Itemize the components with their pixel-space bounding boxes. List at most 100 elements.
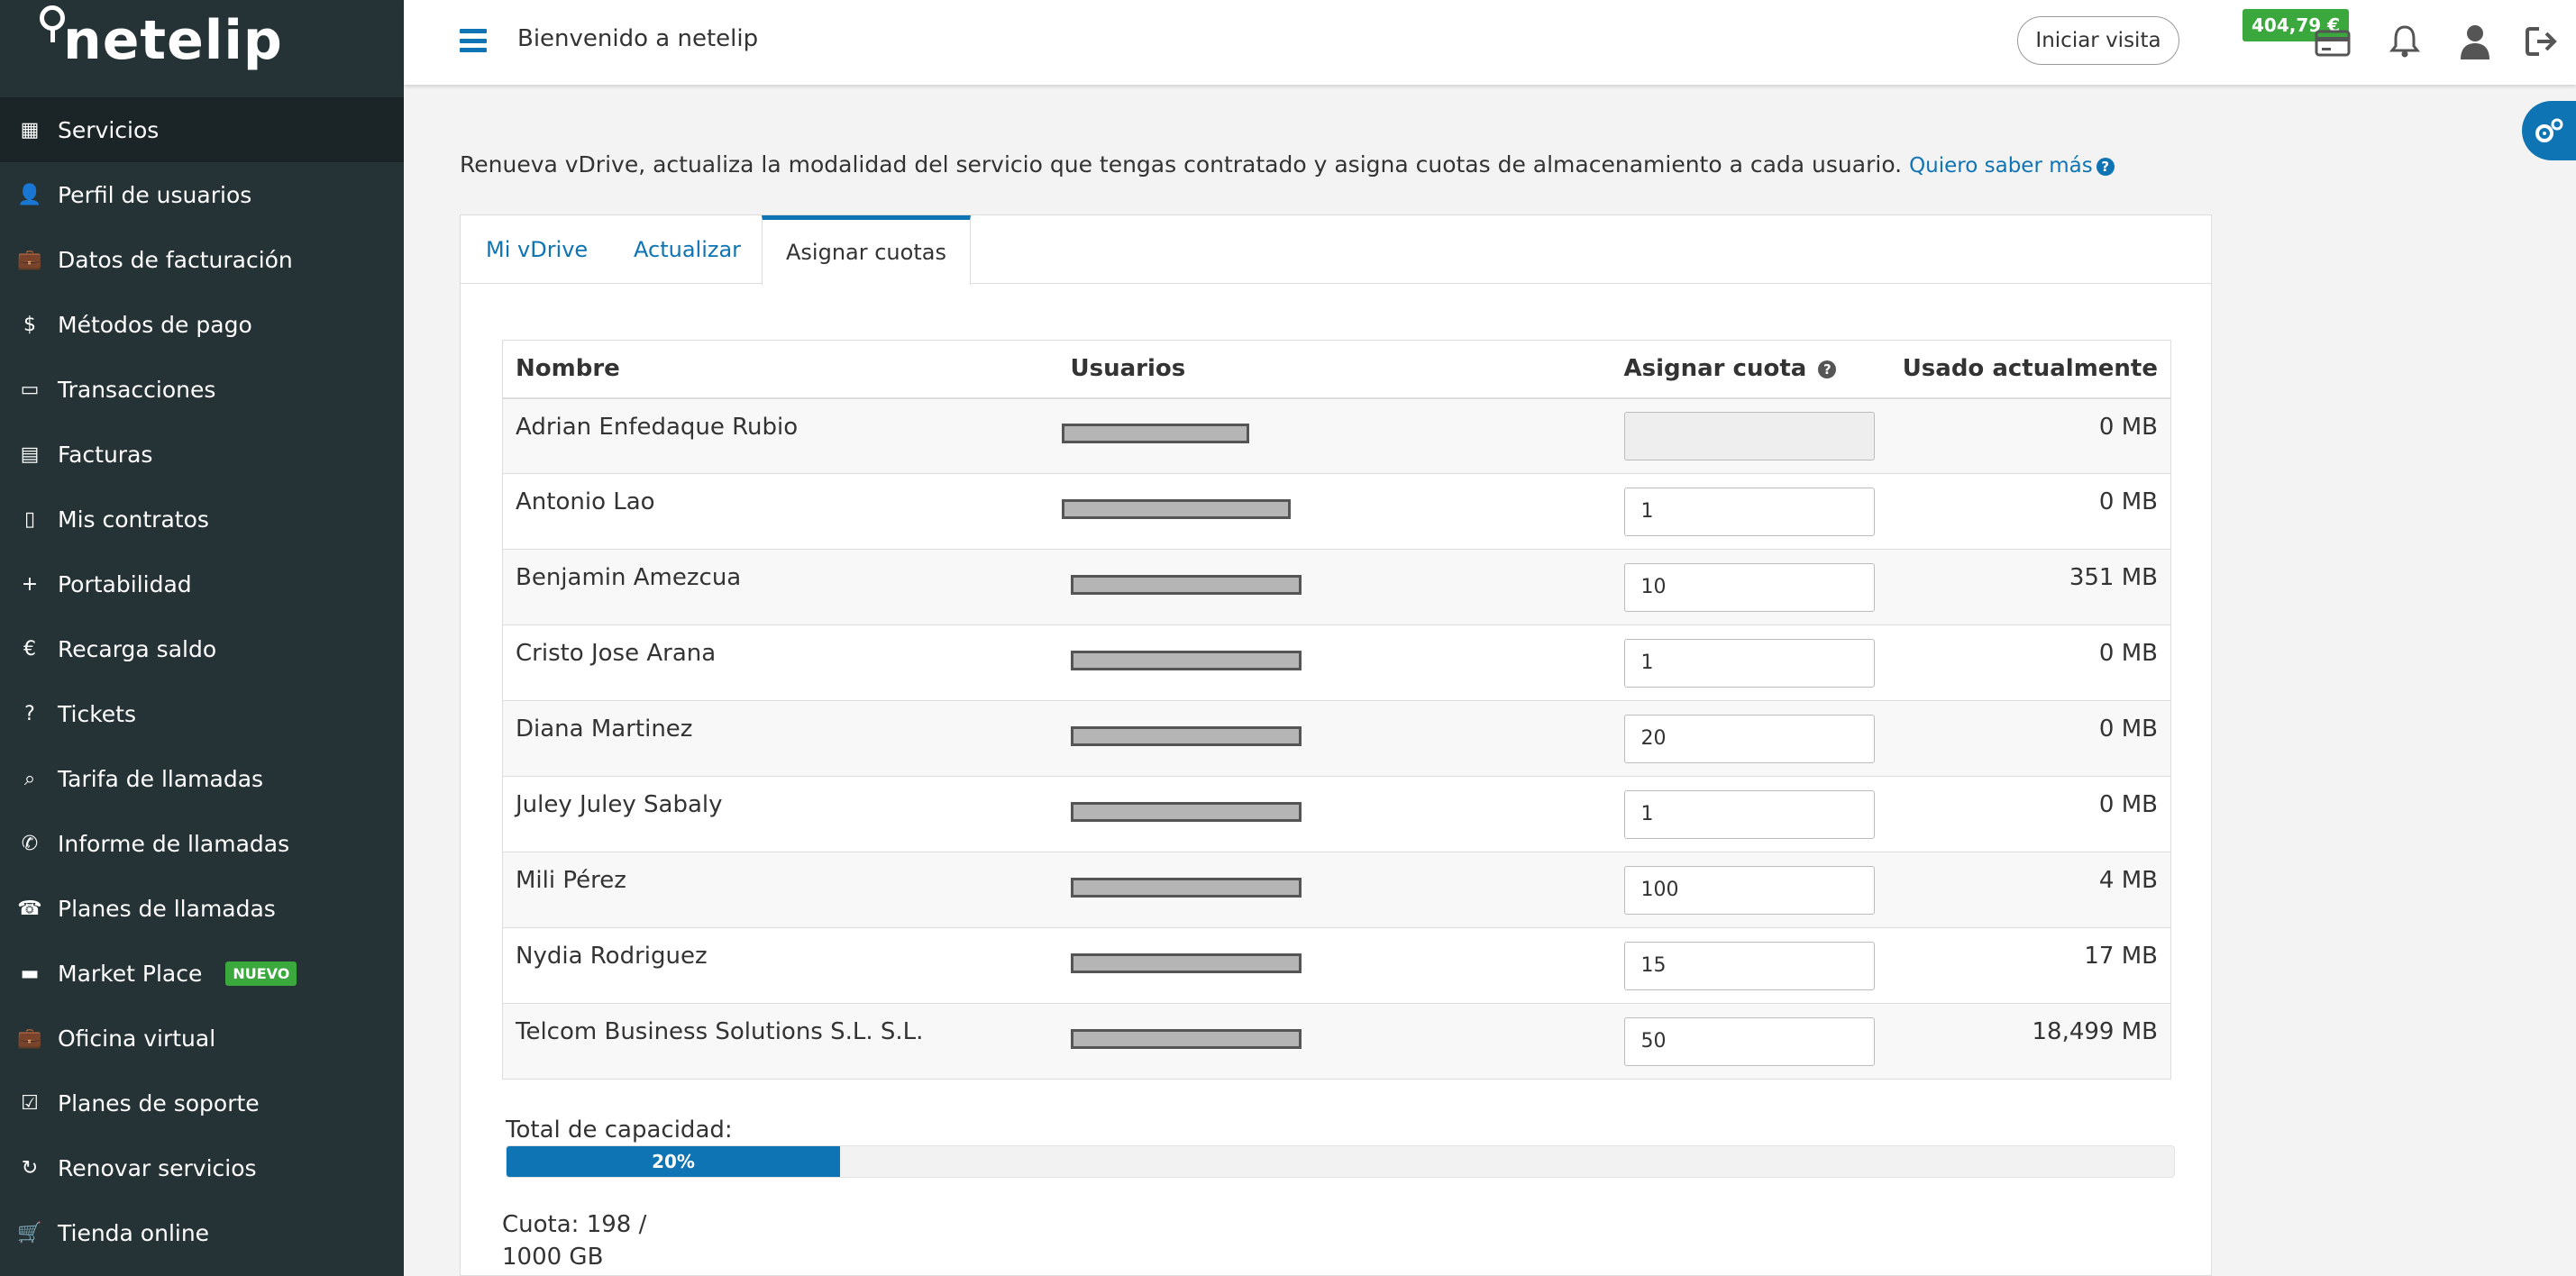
col-usuarios: Usuarios [1057,340,1612,399]
sidebar-item-label: Facturas [58,441,153,468]
sidebar-item-label: Recarga saldo [58,635,217,662]
sidebar-item-tienda-online[interactable]: 🛒 Tienda online [0,1200,404,1265]
sidebar-item-planes-de-llamadas[interactable]: ☎ Planes de llamadas [0,876,404,941]
credit-card-icon: ▭ [20,378,40,401]
capacity-progress-fill: 20% [507,1146,840,1177]
settings-gear-icon[interactable] [2522,101,2576,160]
quota-input[interactable] [1623,865,1875,915]
sidebar-item-informe-de-llamadas[interactable]: ✆ Informe de llamadas [0,811,404,876]
phone-icon: ✆ [21,832,39,855]
user-icon: 👤 [17,183,42,206]
quota-input[interactable] [1623,714,1875,763]
start-visit-button[interactable]: Iniciar visita [2017,16,2179,65]
used-storage-cell: 0 MB [1886,700,2171,777]
sidebar-item-transacciones[interactable]: ▭ Transacciones [0,357,404,422]
user-profile-icon[interactable] [2455,22,2495,61]
sidebar-item-datos-de-facturacion[interactable]: 💼 Datos de facturación [0,227,404,292]
quota-input[interactable] [1623,789,1875,839]
question-icon: ? [24,702,35,725]
tab-asignar-cuotas[interactable]: Asignar cuotas [762,215,971,286]
used-storage-cell: 0 MB [1886,473,2171,550]
sidebar-item-tickets[interactable]: ? Tickets [0,681,404,746]
quota-input[interactable] [1623,941,1875,990]
user-name-cell: Telcom Business Solutions S.L. S.L. [502,1003,1058,1080]
sidebar-item-recarga-saldo[interactable]: € Recarga saldo [0,616,404,681]
sidebar-item-portabilidad[interactable]: + Portabilidad [0,551,404,616]
user-name-cell: Nydia Rodriguez [502,927,1058,1004]
table-row: Adrian Enfedaque Rubio 0 MB [502,397,2171,474]
user-name-cell: Mili Pérez [502,852,1058,928]
table-row: Antonio Lao 0 MB [502,473,2171,550]
sidebar-item-label: Tickets [58,700,136,727]
table-header-row: Nombre Usuarios Asignar cuota ? Usado ac… [502,340,2171,399]
wallet-icon[interactable] [2313,22,2352,61]
capacity-label: Total de capacidad: [506,1116,733,1144]
sidebar-nav: ▦ Servicios 👤 Perfil de usuarios 💼 Datos de f… [0,97,404,1265]
sidebar-item-oficina-virtual[interactable]: 💼 Oficina virtual [0,1006,404,1071]
quota-table-body: Adrian Enfedaque Rubio 0 MB Antonio Lao 0 M… [502,397,2171,1080]
redacted-email [1070,725,1302,746]
intro-text: Renueva vDrive, actualiza la modalidad d… [460,151,2115,178]
user-name-cell: Adrian Enfedaque Rubio [502,397,1058,474]
sidebar-item-perfil-de-usuarios[interactable]: 👤 Perfil de usuarios [0,162,404,227]
sidebar-item-label: Perfil de usuarios [58,181,252,208]
redacted-email [1061,498,1291,519]
top-header: Bienvenido a netelip Iniciar visita 404,… [404,0,2576,85]
sidebar-item-servicios[interactable]: ▦ Servicios [0,97,404,162]
quota-table: Nombre Usuarios Asignar cuota ? Usado ac… [502,340,2171,1080]
help-icon: ? [2096,157,2115,176]
quota-input[interactable] [1623,411,1875,460]
tab-mi-vdrive[interactable]: Mi vDrive [486,215,588,284]
bell-icon[interactable] [2385,22,2425,61]
sidebar-item-planes-de-soporte[interactable]: ☑ Planes de soporte [0,1071,404,1135]
used-storage-cell: 17 MB [1886,927,2171,1004]
table-row: Diana Martinez 0 MB [502,700,2171,777]
redacted-email [1061,423,1249,443]
learn-more-label: Quiero saber más [1909,154,2093,178]
learn-more-link[interactable]: Quiero saber más? [1909,154,2115,178]
quota-input[interactable] [1623,1016,1875,1066]
sidebar-item-label: Planes de soporte [58,1089,260,1116]
sidebar-item-market-place[interactable]: ▬ Market Place NUEVO [0,941,404,1006]
cart-icon: 🛒 [17,1221,42,1244]
telephone-icon: ☎ [17,897,42,920]
used-storage-cell: 18,499 MB [1886,1003,2171,1080]
quota-table-wrap: Nombre Usuarios Asignar cuota ? Usado ac… [502,340,2171,1080]
sidebar-item-label: Servicios [58,116,160,143]
quota-cell [1611,624,1887,701]
user-email-cell [1057,700,1612,777]
refresh-icon: ↻ [21,1156,39,1180]
sidebar-item-label: Oficina virtual [58,1025,216,1052]
euro-icon: € [23,637,36,661]
tab-actualizar[interactable]: Actualizar [634,215,741,284]
sidebar-item-label: Tienda online [58,1219,210,1246]
user-email-cell [1057,624,1612,701]
quota-cell [1611,776,1887,852]
user-email-cell [1057,473,1612,550]
table-row: Benjamin Amezcua 351 MB [502,549,2171,625]
logout-icon[interactable] [2522,22,2562,61]
sidebar-item-mis-contratos[interactable]: ▯ Mis contratos [0,487,404,551]
sidebar-item-tarifa-de-llamadas[interactable]: ⌕ Tarifa de llamadas [0,746,404,811]
redacted-email [1070,650,1302,670]
sidebar-item-label: Mis contratos [58,506,209,533]
plus-icon: + [21,572,39,596]
redacted-email [1070,801,1302,822]
redacted-email [1070,1028,1302,1049]
sidebar: netelip ▦ Servicios 👤 Perfil de usuarios 💼 Da… [0,0,404,1276]
logo-text: netelip [63,9,283,72]
quota-input[interactable] [1623,638,1875,688]
quota-cell [1611,700,1887,777]
sidebar-item-metodos-de-pago[interactable]: $ Métodos de pago [0,292,404,357]
sidebar-item-label: Informe de llamadas [58,830,290,857]
hamburger-menu-icon[interactable] [460,29,487,52]
sidebar-item-renovar-servicios[interactable]: ↻ Renovar servicios [0,1135,404,1200]
netelip-logo[interactable]: netelip [0,0,404,97]
quota-help-icon[interactable]: ? [1818,360,1837,378]
sidebar-item-facturas[interactable]: ▤ Facturas [0,422,404,487]
quota-input[interactable] [1623,487,1875,536]
dollar-icon: $ [23,313,36,336]
col-nombre: Nombre [502,340,1058,399]
document-icon: ▯ [23,507,36,531]
quota-input[interactable] [1623,562,1875,612]
